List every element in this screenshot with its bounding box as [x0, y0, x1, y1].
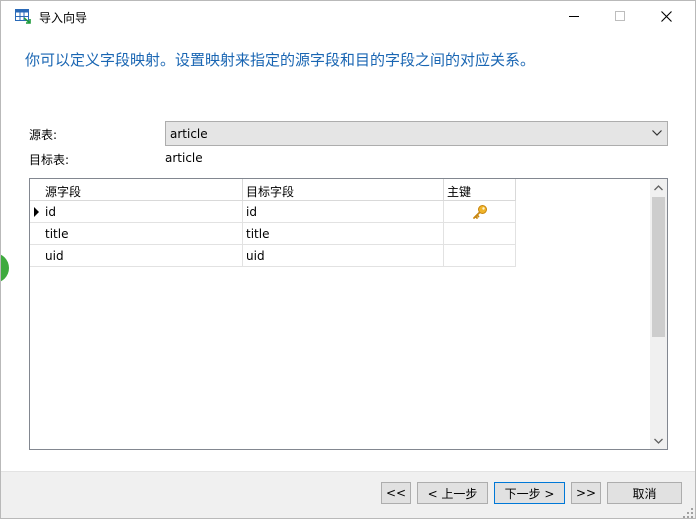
row-indicator-cell [30, 201, 42, 223]
next-step-button[interactable]: 下一步 > [494, 482, 565, 504]
target-table-value: article [165, 151, 203, 165]
current-row-indicator-icon [34, 207, 39, 217]
maximize-button[interactable] [597, 1, 643, 31]
column-header-source-field[interactable]: 源字段 [42, 179, 243, 201]
import-wizard-window: 导入向导 你可以定义字段映射。设置映射来指定的源字段和目的字段之间的对应关系。 … [0, 0, 696, 519]
source-field-cell[interactable]: title [42, 223, 243, 245]
side-tab-decoration [1, 253, 9, 283]
maximize-icon [615, 11, 625, 21]
last-step-button[interactable]: >> [571, 482, 601, 504]
cancel-button[interactable]: 取消 [607, 482, 682, 504]
window-title: 导入向导 [39, 11, 88, 25]
source-field-cell[interactable]: uid [42, 245, 243, 267]
resize-grip-icon[interactable] [683, 508, 693, 518]
target-field-cell[interactable]: title [243, 223, 444, 245]
source-table-value: article [170, 127, 208, 141]
wizard-footer: << < 上一步 下一步 > >> 取消 [1, 471, 695, 518]
grid-content: 源字段 目标字段 主键 id id title title uid uid [30, 179, 650, 449]
table-row[interactable]: uid uid [30, 245, 516, 267]
vertical-scrollbar[interactable] [650, 179, 667, 449]
scroll-down-button[interactable] [650, 432, 667, 449]
header-indicator-cell [30, 179, 42, 201]
target-field-cell[interactable]: uid [243, 245, 444, 267]
key-icon [473, 205, 487, 219]
table-row[interactable]: id id [30, 201, 516, 223]
primary-key-cell[interactable] [444, 201, 516, 223]
row-indicator-cell [30, 223, 42, 245]
source-table-select[interactable]: article [165, 121, 668, 146]
table-row[interactable]: title title [30, 223, 516, 245]
scroll-up-button[interactable] [650, 179, 667, 196]
primary-key-cell[interactable] [444, 223, 516, 245]
row-indicator-cell [30, 245, 42, 267]
chevron-down-icon [654, 438, 663, 444]
title-bar[interactable]: 导入向导 [1, 1, 695, 31]
source-field-cell[interactable]: id [42, 201, 243, 223]
chevron-up-icon [654, 184, 663, 190]
previous-step-button[interactable]: < 上一步 [417, 482, 488, 504]
column-header-primary-key[interactable]: 主键 [444, 179, 516, 201]
close-button[interactable] [643, 1, 689, 31]
minimize-button[interactable] [551, 1, 597, 31]
grid-header-row: 源字段 目标字段 主键 [30, 179, 516, 201]
wizard-heading: 你可以定义字段映射。设置映射来指定的源字段和目的字段之间的对应关系。 [25, 51, 536, 69]
table-import-icon [15, 9, 31, 24]
field-mapping-grid[interactable]: 源字段 目标字段 主键 id id title title uid uid [29, 178, 668, 450]
target-field-cell[interactable]: id [243, 201, 444, 223]
scroll-thumb[interactable] [652, 197, 665, 337]
close-icon [660, 10, 672, 22]
chevron-down-icon [652, 130, 662, 136]
target-table-label: 目标表: [29, 153, 70, 167]
column-header-target-field[interactable]: 目标字段 [243, 179, 444, 201]
source-table-label: 源表: [29, 128, 58, 142]
first-step-button[interactable]: << [381, 482, 411, 504]
primary-key-cell[interactable] [444, 245, 516, 267]
minimize-icon [569, 16, 579, 17]
